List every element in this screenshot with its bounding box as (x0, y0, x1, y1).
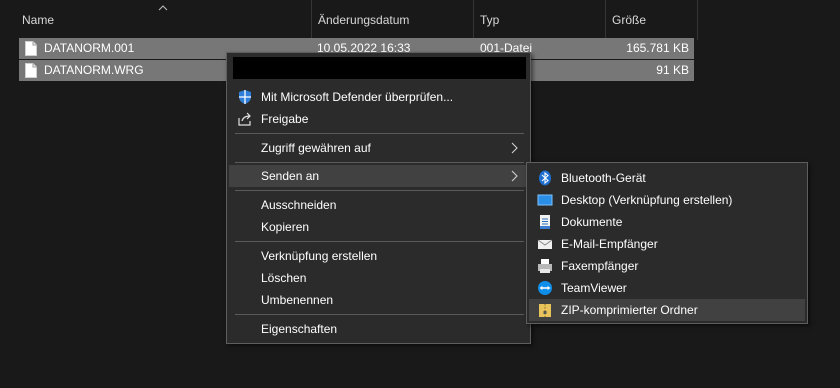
submenu-item-mail[interactable]: E-Mail-Empfänger (529, 233, 805, 255)
desktop-icon (537, 194, 553, 206)
menu-item-label: Mit Microsoft Defender überprüfen... (261, 90, 454, 104)
menu-item-label: Umbenennen (261, 293, 334, 307)
menu-item-label: Löschen (261, 271, 307, 285)
submenu-item-teamviewer[interactable]: TeamViewer (529, 277, 805, 299)
file-icon (25, 41, 37, 56)
file-name: DATANORM.WRG (44, 63, 144, 77)
share-icon (238, 112, 251, 126)
file-size: 165.781 KB (626, 41, 689, 55)
chevron-right-icon (511, 170, 518, 182)
column-date[interactable]: Änderungsdatum (312, 0, 474, 40)
zip-folder-icon (539, 304, 551, 317)
submenu-item-label: Desktop (Verknüpfung erstellen) (561, 193, 733, 207)
fax-icon (538, 259, 552, 273)
menu-item-copy[interactable]: Kopieren (229, 216, 528, 238)
column-type[interactable]: Typ (474, 0, 606, 40)
menu-item-delete[interactable]: Löschen (229, 267, 528, 289)
file-size: 91 KB (656, 63, 689, 77)
redacted-bar (233, 57, 526, 79)
menu-separator (235, 190, 524, 191)
submenu-item-label: Bluetooth-Gerät (561, 171, 646, 185)
column-size[interactable]: Größe (606, 0, 698, 40)
submenu-item-label: ZIP-komprimierter Ordner (561, 303, 698, 317)
menu-item-label: Zugriff gewähren auf (261, 141, 371, 155)
column-header: Name Änderungsdatum Typ Größe (0, 0, 840, 40)
chevron-right-icon (511, 142, 518, 154)
submenu-item-zip-folder[interactable]: ZIP-komprimierter Ordner (529, 299, 805, 321)
menu-separator (235, 133, 524, 134)
menu-item-cut[interactable]: Ausschneiden (229, 194, 528, 216)
submenu-item-bluetooth[interactable]: Bluetooth-Gerät (529, 167, 805, 189)
submenu-item-label: E-Mail-Empfänger (561, 237, 658, 251)
submenu-item-label: Dokumente (561, 215, 623, 229)
menu-item-rename[interactable]: Umbenennen (229, 289, 528, 311)
defender-shield-icon (239, 90, 251, 104)
teamviewer-icon (538, 281, 552, 295)
menu-separator (235, 314, 524, 315)
menu-item-grant-access[interactable]: Zugriff gewähren auf (229, 137, 528, 159)
bluetooth-icon (539, 170, 551, 186)
menu-item-label: Verknüpfung erstellen (261, 249, 378, 263)
submenu-item-label: TeamViewer (561, 281, 627, 295)
menu-separator (235, 241, 524, 242)
menu-item-defender-scan[interactable]: Mit Microsoft Defender überprüfen... (229, 86, 528, 108)
menu-item-properties[interactable]: Eigenschaften (229, 318, 528, 340)
file-name: DATANORM.001 (44, 41, 135, 55)
file-icon (25, 63, 37, 78)
menu-item-label: Eigenschaften (261, 322, 338, 336)
menu-item-create-shortcut[interactable]: Verknüpfung erstellen (229, 245, 528, 267)
context-menu: Mit Microsoft Defender überprüfen... Fre… (226, 52, 531, 344)
menu-item-label: Freigabe (261, 112, 309, 126)
menu-item-send-to[interactable]: Senden an (229, 165, 528, 187)
menu-item-share[interactable]: Freigabe (229, 108, 528, 130)
submenu-item-fax[interactable]: Faxempfänger (529, 255, 805, 277)
menu-item-label: Ausschneiden (261, 198, 337, 212)
send-to-submenu: Bluetooth-Gerät Desktop (Verknüpfung ers… (526, 162, 808, 324)
menu-separator (235, 162, 524, 163)
column-name[interactable]: Name (16, 0, 312, 40)
menu-item-label: Senden an (261, 169, 320, 183)
submenu-item-label: Faxempfänger (561, 259, 639, 273)
submenu-item-documents[interactable]: Dokumente (529, 211, 805, 233)
submenu-item-desktop[interactable]: Desktop (Verknüpfung erstellen) (529, 189, 805, 211)
documents-icon (540, 215, 550, 229)
mail-icon (537, 239, 553, 249)
menu-item-label: Kopieren (261, 220, 310, 234)
